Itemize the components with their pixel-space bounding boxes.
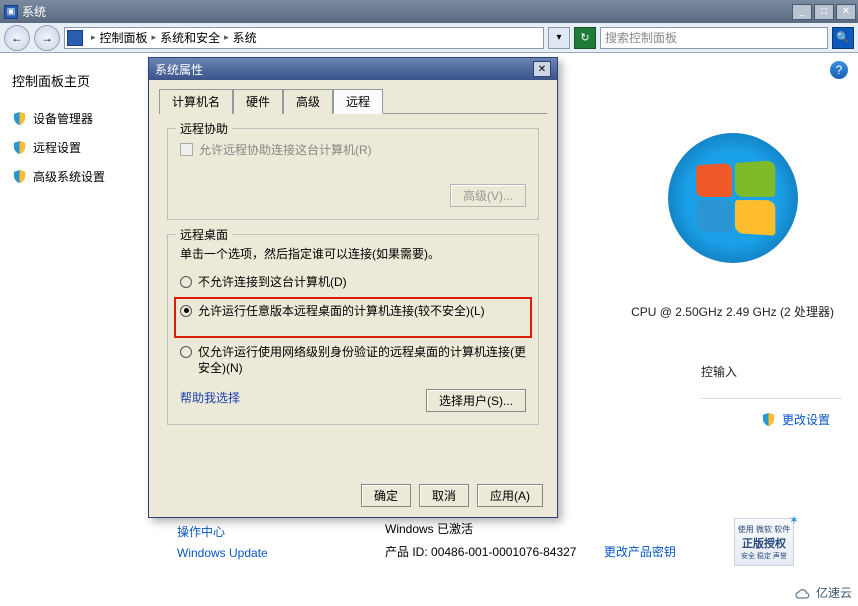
chevron-right-icon: ▸ (91, 32, 96, 43)
star-icon: ✶ (789, 513, 799, 527)
divider (701, 398, 842, 399)
dialog-button-row: 确定 取消 应用(A) (361, 484, 543, 507)
shield-icon (12, 169, 27, 184)
radio-icon (180, 276, 192, 288)
cpu-info-text: CPU @ 2.50GHz 2.49 GHz (2 处理器) (631, 303, 834, 320)
breadcrumb-group[interactable]: 系统和安全 (160, 29, 220, 46)
dialog-tabs: 计算机名 硬件 高级 远程 (159, 88, 547, 114)
radio-icon (180, 305, 192, 317)
tab-computer-name[interactable]: 计算机名 (159, 89, 233, 114)
sidebar: 控制面板主页 设备管理器 远程设置 高级系统设置 (0, 53, 145, 606)
badge-line2: 正版授权 (742, 535, 786, 551)
help-icon[interactable]: ? (830, 61, 848, 79)
radio-label: 仅允许运行使用网络级别身份验证的远程桌面的计算机连接(更安全)(N) (198, 344, 526, 378)
nav-back-button[interactable]: ← (4, 25, 30, 51)
badge-line1: 使用 微软 软件 (738, 524, 790, 535)
breadcrumb-page[interactable]: 系统 (233, 29, 257, 46)
genuine-badge: ✶ 使用 微软 软件 正版授权 安全 稳定 声誉 (734, 518, 794, 566)
radio-icon (180, 346, 192, 358)
product-id-label: 产品 ID: (385, 545, 428, 559)
shield-icon (12, 111, 27, 126)
watermark-brand: 亿速云 (794, 584, 852, 602)
sidebar-item-label: 设备管理器 (33, 110, 93, 127)
group-title-remote-desktop: 远程桌面 (176, 226, 232, 243)
apply-button[interactable]: 应用(A) (477, 484, 543, 507)
radio-allow-nla-only[interactable]: 仅允许运行使用网络级别身份验证的远程桌面的计算机连接(更安全)(N) (180, 344, 526, 378)
sidebar-home-link[interactable]: 控制面板主页 (12, 71, 133, 90)
product-id-value: 00486-001-0001076-84327 (431, 545, 576, 559)
activation-status: Windows 已激活 (385, 520, 676, 537)
ok-button[interactable]: 确定 (361, 484, 411, 507)
chevron-right-icon: ▸ (152, 32, 157, 43)
system-properties-dialog: 系统属性 ✕ 计算机名 硬件 高级 远程 远程协助 允许远程协助连接这台计算机(… (148, 57, 558, 518)
change-product-key-link[interactable]: 更改产品密钥 (604, 545, 676, 559)
group-title-remote-assistance: 远程协助 (176, 120, 232, 137)
system-icon: ▣ (4, 5, 18, 19)
toolbar: ← → ▸ 控制面板 ▸ 系统和安全 ▸ 系统 ▾ ↻ 搜索控制面板 🔍 (0, 23, 858, 53)
shield-icon (761, 412, 776, 427)
remote-desktop-hint: 单击一个选项，然后指定谁可以连接(如果需要)。 (180, 245, 526, 262)
chevron-right-icon: ▸ (224, 32, 229, 43)
windows-logo (668, 133, 798, 263)
select-users-button[interactable]: 选择用户(S)... (426, 389, 526, 412)
nav-forward-button[interactable]: → (34, 25, 60, 51)
see-also-link-windows-update[interactable]: Windows Update (177, 546, 268, 560)
minimize-button[interactable]: _ (792, 4, 812, 20)
radio-label: 允许运行任意版本远程桌面的计算机连接(较不安全)(L) (198, 303, 485, 320)
breadcrumb-dropdown[interactable]: ▾ (548, 27, 570, 49)
remote-desktop-group: 远程桌面 单击一个选项，然后指定谁可以连接(如果需要)。 不允许连接到这台计算机… (167, 234, 539, 425)
see-also-link-action-center[interactable]: 操作中心 (177, 523, 268, 540)
activation-section: Windows 已激活 产品 ID: 00486-001-0001076-843… (385, 520, 676, 566)
remote-assistance-advanced-button: 高级(V)... (450, 184, 526, 207)
sidebar-item-remote-settings[interactable]: 远程设置 (12, 139, 133, 156)
window-title: 系统 (22, 3, 46, 20)
tab-hardware[interactable]: 硬件 (233, 89, 283, 114)
badge-line3: 安全 稳定 声誉 (741, 551, 787, 561)
checkbox-label: 允许远程协助连接这台计算机(R) (199, 141, 372, 158)
tab-advanced[interactable]: 高级 (283, 89, 333, 114)
search-button[interactable]: 🔍 (832, 27, 854, 49)
breadcrumb-icon (67, 30, 83, 46)
help-me-choose-link[interactable]: 帮助我选择 (180, 389, 240, 412)
search-placeholder: 搜索控制面板 (605, 29, 677, 46)
cloud-icon (794, 586, 810, 602)
cancel-button[interactable]: 取消 (419, 484, 469, 507)
radio-label: 不允许连接到这台计算机(D) (198, 274, 347, 291)
radio-dont-allow[interactable]: 不允许连接到这台计算机(D) (180, 274, 526, 291)
allow-remote-assistance-checkbox: 允许远程协助连接这台计算机(R) (180, 141, 526, 158)
sidebar-item-label: 高级系统设置 (33, 168, 105, 185)
close-button[interactable]: ✕ (836, 4, 856, 20)
tab-remote-content: 远程协助 允许远程协助连接这台计算机(R) 高级(V)... 远程桌面 单击一个… (159, 122, 547, 502)
sidebar-item-label: 远程设置 (33, 139, 81, 156)
breadcrumb[interactable]: ▸ 控制面板 ▸ 系统和安全 ▸ 系统 (64, 27, 544, 49)
sidebar-item-device-manager[interactable]: 设备管理器 (12, 110, 133, 127)
dialog-close-button[interactable]: ✕ (533, 61, 551, 77)
sidebar-item-advanced-settings[interactable]: 高级系统设置 (12, 168, 133, 185)
dialog-title: 系统属性 (155, 61, 203, 78)
window-titlebar: ▣ 系统 _ □ ✕ (0, 0, 858, 23)
search-input[interactable]: 搜索控制面板 (600, 27, 828, 49)
watermark-text: 亿速云 (816, 586, 852, 600)
breadcrumb-root[interactable]: 控制面板 (100, 29, 148, 46)
change-settings-link[interactable]: 更改设置 (761, 411, 830, 428)
radio-allow-any-version[interactable]: 允许运行任意版本远程桌面的计算机连接(较不安全)(L) (180, 303, 526, 320)
checkbox-icon (180, 143, 193, 156)
dialog-titlebar: 系统属性 ✕ (149, 58, 557, 80)
change-settings-label: 更改设置 (782, 411, 830, 428)
remote-assistance-group: 远程协助 允许远程协助连接这台计算机(R) 高级(V)... (167, 128, 539, 220)
input-label: 控输入 (701, 363, 737, 380)
maximize-button[interactable]: □ (814, 4, 834, 20)
refresh-button[interactable]: ↻ (574, 27, 596, 49)
highlight-box: 允许运行任意版本远程桌面的计算机连接(较不安全)(L) (174, 297, 532, 338)
tab-remote[interactable]: 远程 (333, 89, 383, 114)
shield-icon (12, 140, 27, 155)
